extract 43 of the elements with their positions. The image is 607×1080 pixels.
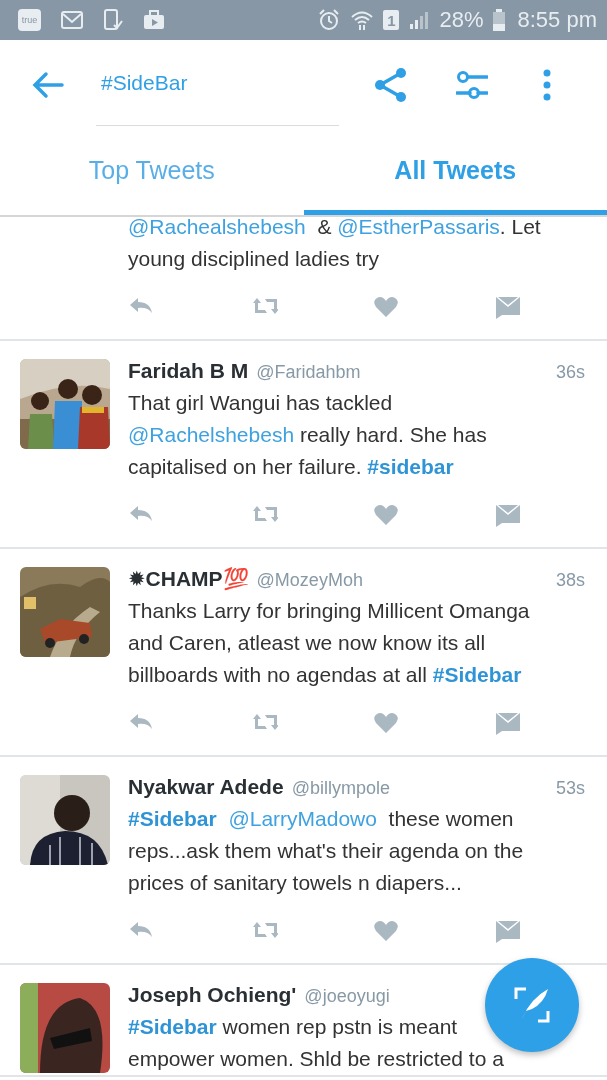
app-badge: true — [18, 9, 41, 31]
user-handle[interactable]: @joeoyugi — [304, 986, 390, 1007]
heart-icon[interactable] — [372, 503, 400, 527]
tweet-time: 38s — [555, 570, 585, 591]
tweet-time: 53s — [555, 778, 585, 799]
user-handle[interactable]: @Faridahbm — [256, 362, 361, 383]
device-check-icon — [103, 9, 123, 31]
user-name[interactable]: Joseph Ochieng' — [128, 983, 297, 1007]
envelope-icon[interactable] — [494, 711, 522, 735]
user-name[interactable]: ✹CHAMP💯 — [128, 567, 249, 591]
heart-icon[interactable] — [372, 919, 400, 943]
user-handle[interactable]: @MozeyMoh — [256, 570, 363, 591]
tweet-text: #Sidebar @LarryMadowo these women reps...ask them what's their agenda on the prices of sanitary towels n diapers... — [128, 806, 525, 896]
envelope-icon[interactable] — [494, 295, 522, 319]
mail-icon — [61, 11, 83, 29]
tweet-text: @Rachealshebesh & @EstherPassaris. Let young disciplined ladies try — [128, 214, 542, 272]
battery-icon — [492, 9, 505, 31]
envelope-icon[interactable] — [494, 919, 522, 943]
envelope-icon[interactable] — [494, 503, 522, 527]
more-options-icon[interactable] — [542, 69, 552, 101]
briefcase-icon — [143, 10, 165, 30]
sim-badge: 1 — [383, 10, 400, 30]
signal-icon — [408, 10, 431, 30]
wifi-icon — [350, 9, 375, 31]
tweet-text: Thanks Larry for bringing Millicent Omanga and Caren, atleast we now know its all billboards with no agendas at all #Sidebar — [128, 598, 531, 688]
filter-icon[interactable] — [456, 71, 488, 99]
tweet-text: #Sidebar women rep pstn is meant empower women. Shld be restricted to a — [128, 1014, 505, 1072]
quill-icon — [512, 985, 552, 1025]
clock: 8:55 pm — [517, 7, 597, 33]
user-name[interactable]: Nyakwar Adede — [128, 775, 284, 799]
heart-icon[interactable] — [372, 295, 400, 319]
battery-percent: 28% — [439, 7, 484, 33]
tweet-time: 36s — [555, 362, 585, 383]
share-icon[interactable] — [374, 67, 408, 103]
user-name[interactable]: Faridah B M — [128, 359, 249, 383]
user-handle[interactable]: @billympole — [291, 778, 390, 799]
back-arrow-icon[interactable] — [32, 71, 64, 99]
search-field[interactable]: #SideBar — [96, 40, 339, 126]
compose-button[interactable] — [485, 958, 579, 1052]
heart-icon[interactable] — [372, 711, 400, 735]
tweet-text: That girl Wangui has tackled @Rachelshebesh really hard. She has capitalised on her failure. #sidebar — [128, 390, 488, 480]
tab[interactable]: Top Tweets — [0, 130, 304, 215]
tab[interactable]: All Tweets — [303, 130, 607, 215]
